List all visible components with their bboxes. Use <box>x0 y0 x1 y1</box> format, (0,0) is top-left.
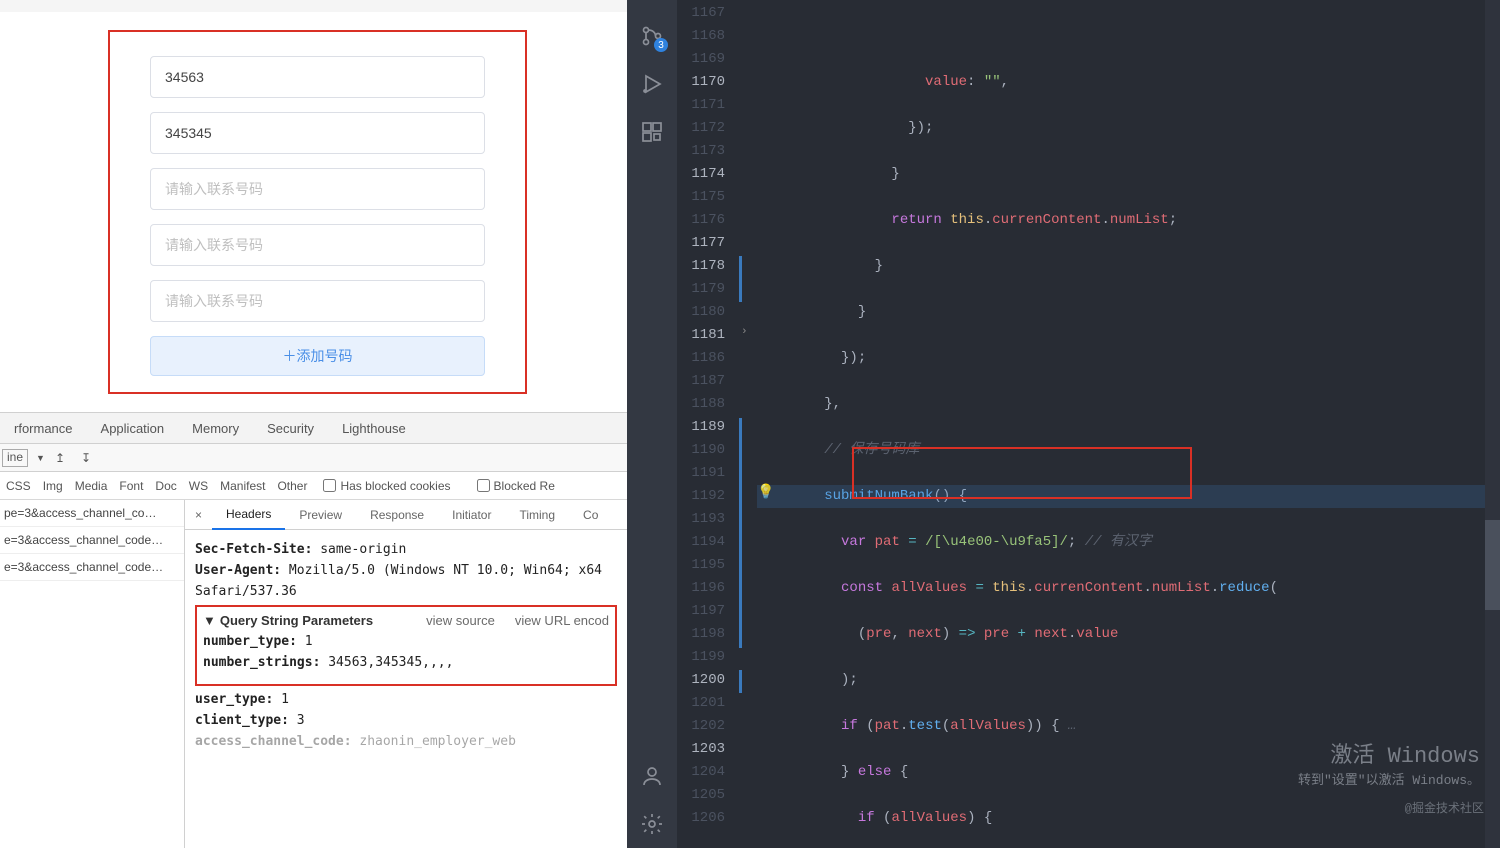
gutter: 1167116811691170117111721173117411751176… <box>677 0 739 848</box>
tab-initiator[interactable]: Initiator <box>438 508 505 522</box>
qsp-number-strings: number_strings: 34563,345345,,,, <box>203 655 609 670</box>
qsp-access-channel: access_channel_code: zhaonin_employer_we… <box>195 734 617 749</box>
vscode-pane: 3 11671168116911701171117211731174117511… <box>627 0 1500 848</box>
view-source-link[interactable]: view source <box>426 613 495 628</box>
gutter-decor: › 💡 <box>739 0 757 848</box>
request-item[interactable]: e=3&access_channel_code… <box>0 554 184 581</box>
header-user-agent: User-Agent: Mozilla/5.0 (Windows NT 10.0… <box>195 563 617 578</box>
phone-input[interactable] <box>150 168 485 210</box>
fold-chevron-icon[interactable]: › <box>741 326 748 338</box>
tab-memory[interactable]: Memory <box>178 421 253 436</box>
scrollbar-thumb[interactable] <box>1485 520 1500 610</box>
tab-application[interactable]: Application <box>87 421 179 436</box>
close-icon[interactable]: × <box>185 508 212 522</box>
activity-bar: 3 <box>627 0 677 848</box>
tab-timing[interactable]: Timing <box>505 508 569 522</box>
devtools-top-tabs: rformance Application Memory Security Li… <box>0 412 627 444</box>
tab-security[interactable]: Security <box>253 421 328 436</box>
scrollbar[interactable] <box>1485 0 1500 848</box>
filter-media[interactable]: Media <box>75 479 108 493</box>
filter-other[interactable]: Other <box>277 479 307 493</box>
phone-input[interactable] <box>150 280 485 322</box>
extensions-icon[interactable] <box>638 118 666 146</box>
qsp-title: Query String Parameters <box>220 613 373 628</box>
phone-row <box>150 56 501 98</box>
add-number-button[interactable]: ＋添加号码 <box>150 336 485 376</box>
run-debug-icon[interactable] <box>638 70 666 98</box>
blocked-cookies-checkbox[interactable]: Has blocked cookies <box>323 479 462 493</box>
tab-cookies[interactable]: Co <box>569 508 612 522</box>
code-content: value: "", }); } return this.currenConte… <box>757 0 1485 848</box>
tab-headers[interactable]: Headers <box>212 500 285 530</box>
upload-icon[interactable]: ↥ <box>55 451 65 465</box>
devtools-body: pe=3&access_channel_co… e=3&access_chann… <box>0 500 627 848</box>
query-string-parameters: ▼ Query String Parameters view source vi… <box>195 605 617 686</box>
filter-font[interactable]: Font <box>119 479 143 493</box>
view-url-encoded-link[interactable]: view URL encod <box>515 613 609 628</box>
scm-badge: 3 <box>654 38 668 52</box>
filter-manifest[interactable]: Manifest <box>220 479 265 493</box>
phone-form: ＋添加号码 <box>108 30 527 394</box>
phone-row <box>150 112 501 154</box>
request-item[interactable]: pe=3&access_channel_co… <box>0 500 184 527</box>
log-level-select[interactable]: ine <box>2 449 28 467</box>
source-control-icon[interactable]: 3 <box>638 22 666 50</box>
filter-css[interactable]: CSS <box>6 479 31 493</box>
tab-lighthouse[interactable]: Lighthouse <box>328 421 420 436</box>
phone-row <box>150 280 501 322</box>
phone-input[interactable] <box>150 224 485 266</box>
phone-row <box>150 224 501 266</box>
phone-input[interactable] <box>150 112 485 154</box>
caret-down-icon[interactable]: ▼ <box>203 613 216 628</box>
filter-img[interactable]: Img <box>43 479 63 493</box>
download-icon[interactable]: ↧ <box>81 451 91 465</box>
tab-performance[interactable]: rformance <box>0 421 87 436</box>
browser-pane: ＋添加号码 rformance Application Memory Secur… <box>0 0 627 848</box>
headers-body: Sec-Fetch-Site: same-origin User-Agent: … <box>185 530 627 761</box>
request-list: pe=3&access_channel_co… e=3&access_chann… <box>0 500 185 848</box>
qsp-number-type: number_type: 1 <box>203 634 609 649</box>
header-tabs: × Headers Preview Response Initiator Tim… <box>185 500 627 530</box>
request-item[interactable]: e=3&access_channel_code… <box>0 527 184 554</box>
gear-icon[interactable] <box>638 810 666 838</box>
dropdown-icon: ▼ <box>34 453 47 463</box>
filter-ws[interactable]: WS <box>189 479 208 493</box>
code-editor[interactable]: 1167116811691170117111721173117411751176… <box>677 0 1500 848</box>
tab-preview[interactable]: Preview <box>285 508 356 522</box>
filter-doc[interactable]: Doc <box>155 479 176 493</box>
browser-top-stub <box>0 0 627 12</box>
phone-row <box>150 168 501 210</box>
header-sec-fetch-site: Sec-Fetch-Site: same-origin <box>195 542 617 557</box>
blocked-requests-checkbox[interactable]: Blocked Re <box>477 479 567 493</box>
qsp-client-type: client_type: 3 <box>195 713 617 728</box>
header-user-agent-line2: Safari/537.36 <box>195 584 617 599</box>
qsp-user-type: user_type: 1 <box>195 692 617 707</box>
tab-response[interactable]: Response <box>356 508 438 522</box>
phone-input[interactable] <box>150 56 485 98</box>
account-icon[interactable] <box>638 762 666 790</box>
devtools-filter-row: CSS Img Media Font Doc WS Manifest Other… <box>0 472 627 500</box>
headers-panel: × Headers Preview Response Initiator Tim… <box>185 500 627 848</box>
devtools-toolbar: ine ▼ ↥ ↧ <box>0 444 627 472</box>
